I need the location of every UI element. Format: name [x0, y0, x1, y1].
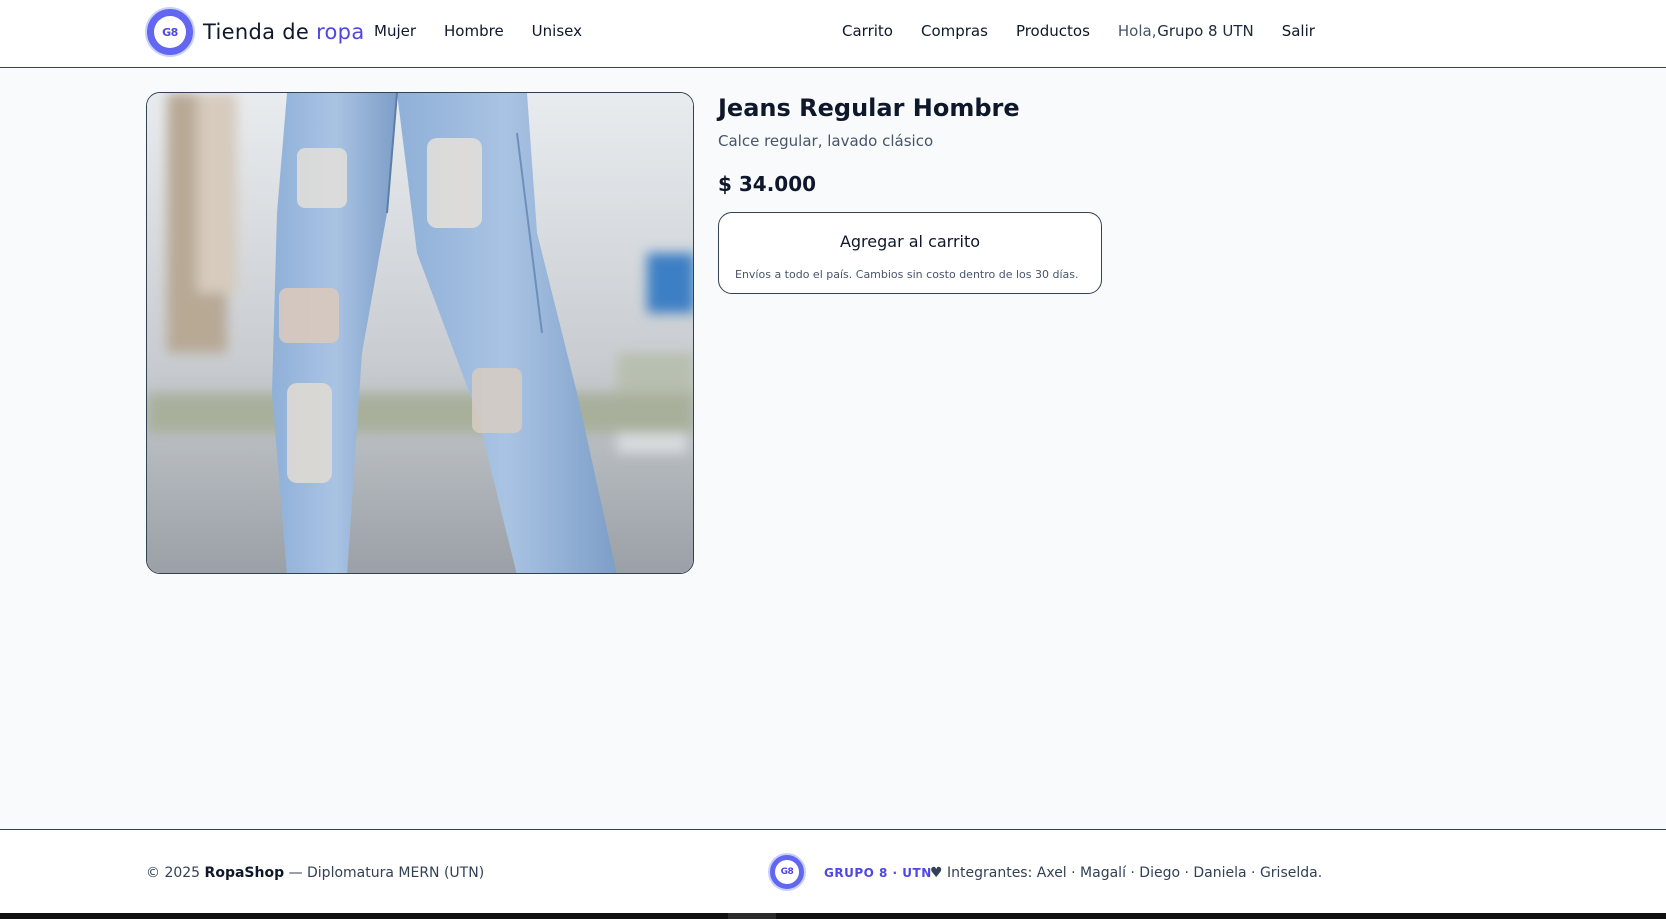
group-label: GRUPO 8 · UTN — [824, 866, 932, 880]
nav-link-hombre[interactable]: Hombre — [444, 22, 504, 40]
site-footer: © 2025 RopaShop — Diplomatura MERN (UTN)… — [0, 829, 1666, 913]
brand-prefix: Tienda de — [203, 20, 310, 44]
category-nav: Mujer Hombre Unisex — [374, 22, 582, 40]
greeting-text: Hola, — [1117, 22, 1157, 40]
copyright: © 2025 RopaShop — Diplomatura MERN (UTN) — [146, 865, 484, 881]
product-description: Calce regular, lavado clásico — [718, 132, 934, 150]
brand-logo: G8 — [145, 7, 195, 57]
top-navbar: G8 Tienda de ropa Mujer Hombre Unisex Ca… — [0, 0, 1666, 68]
user-greeting: Hola, Grupo 8 UTN — [1118, 22, 1254, 40]
copyright-suffix: — Diplomatura MERN (UTN) — [288, 865, 485, 881]
footer-logo: G8 — [768, 853, 806, 891]
scrollbar-thumb[interactable] — [728, 913, 776, 919]
add-to-cart-label: Agregar al carrito — [839, 232, 981, 251]
product-info: Jeans Regular Hombre Calce regular, lava… — [718, 94, 1102, 294]
brand-link[interactable]: G8 Tienda de ropa — [145, 7, 364, 57]
logout-link[interactable]: Salir — [1282, 22, 1315, 40]
add-to-cart-button[interactable]: Agregar al carrito Envíos a todo el país… — [718, 212, 1102, 294]
horizontal-scrollbar[interactable] — [0, 913, 1666, 919]
nav-link-mujer[interactable]: Mujer — [374, 22, 416, 40]
brand-logo-text: G8 — [154, 16, 186, 48]
team-members: ♥ Integrantes: Axel · Magalí · Diego · D… — [930, 865, 1323, 881]
footer-logo-text: G8 — [775, 860, 799, 884]
nav-link-carrito[interactable]: Carrito — [842, 22, 893, 40]
brand-name: Tienda de ropa — [203, 20, 364, 44]
nav-link-compras[interactable]: Compras — [921, 22, 988, 40]
user-nav: Carrito Compras Productos Hola, Grupo 8 … — [842, 22, 1315, 40]
jeans-photo — [147, 93, 693, 573]
product-price: $ 34.000 — [718, 172, 817, 196]
shipping-note: Envíos a todo el país. Cambios sin costo… — [735, 268, 1079, 281]
user-name: Grupo 8 UTN — [1157, 22, 1254, 40]
copyright-prefix: © 2025 — [146, 865, 201, 881]
product-title: Jeans Regular Hombre — [718, 94, 1020, 122]
nav-link-unisex[interactable]: Unisex — [532, 22, 582, 40]
brand-accent: ropa — [316, 20, 365, 44]
shop-name: RopaShop — [204, 865, 285, 881]
nav-link-productos[interactable]: Productos — [1016, 22, 1090, 40]
product-image — [146, 92, 694, 574]
